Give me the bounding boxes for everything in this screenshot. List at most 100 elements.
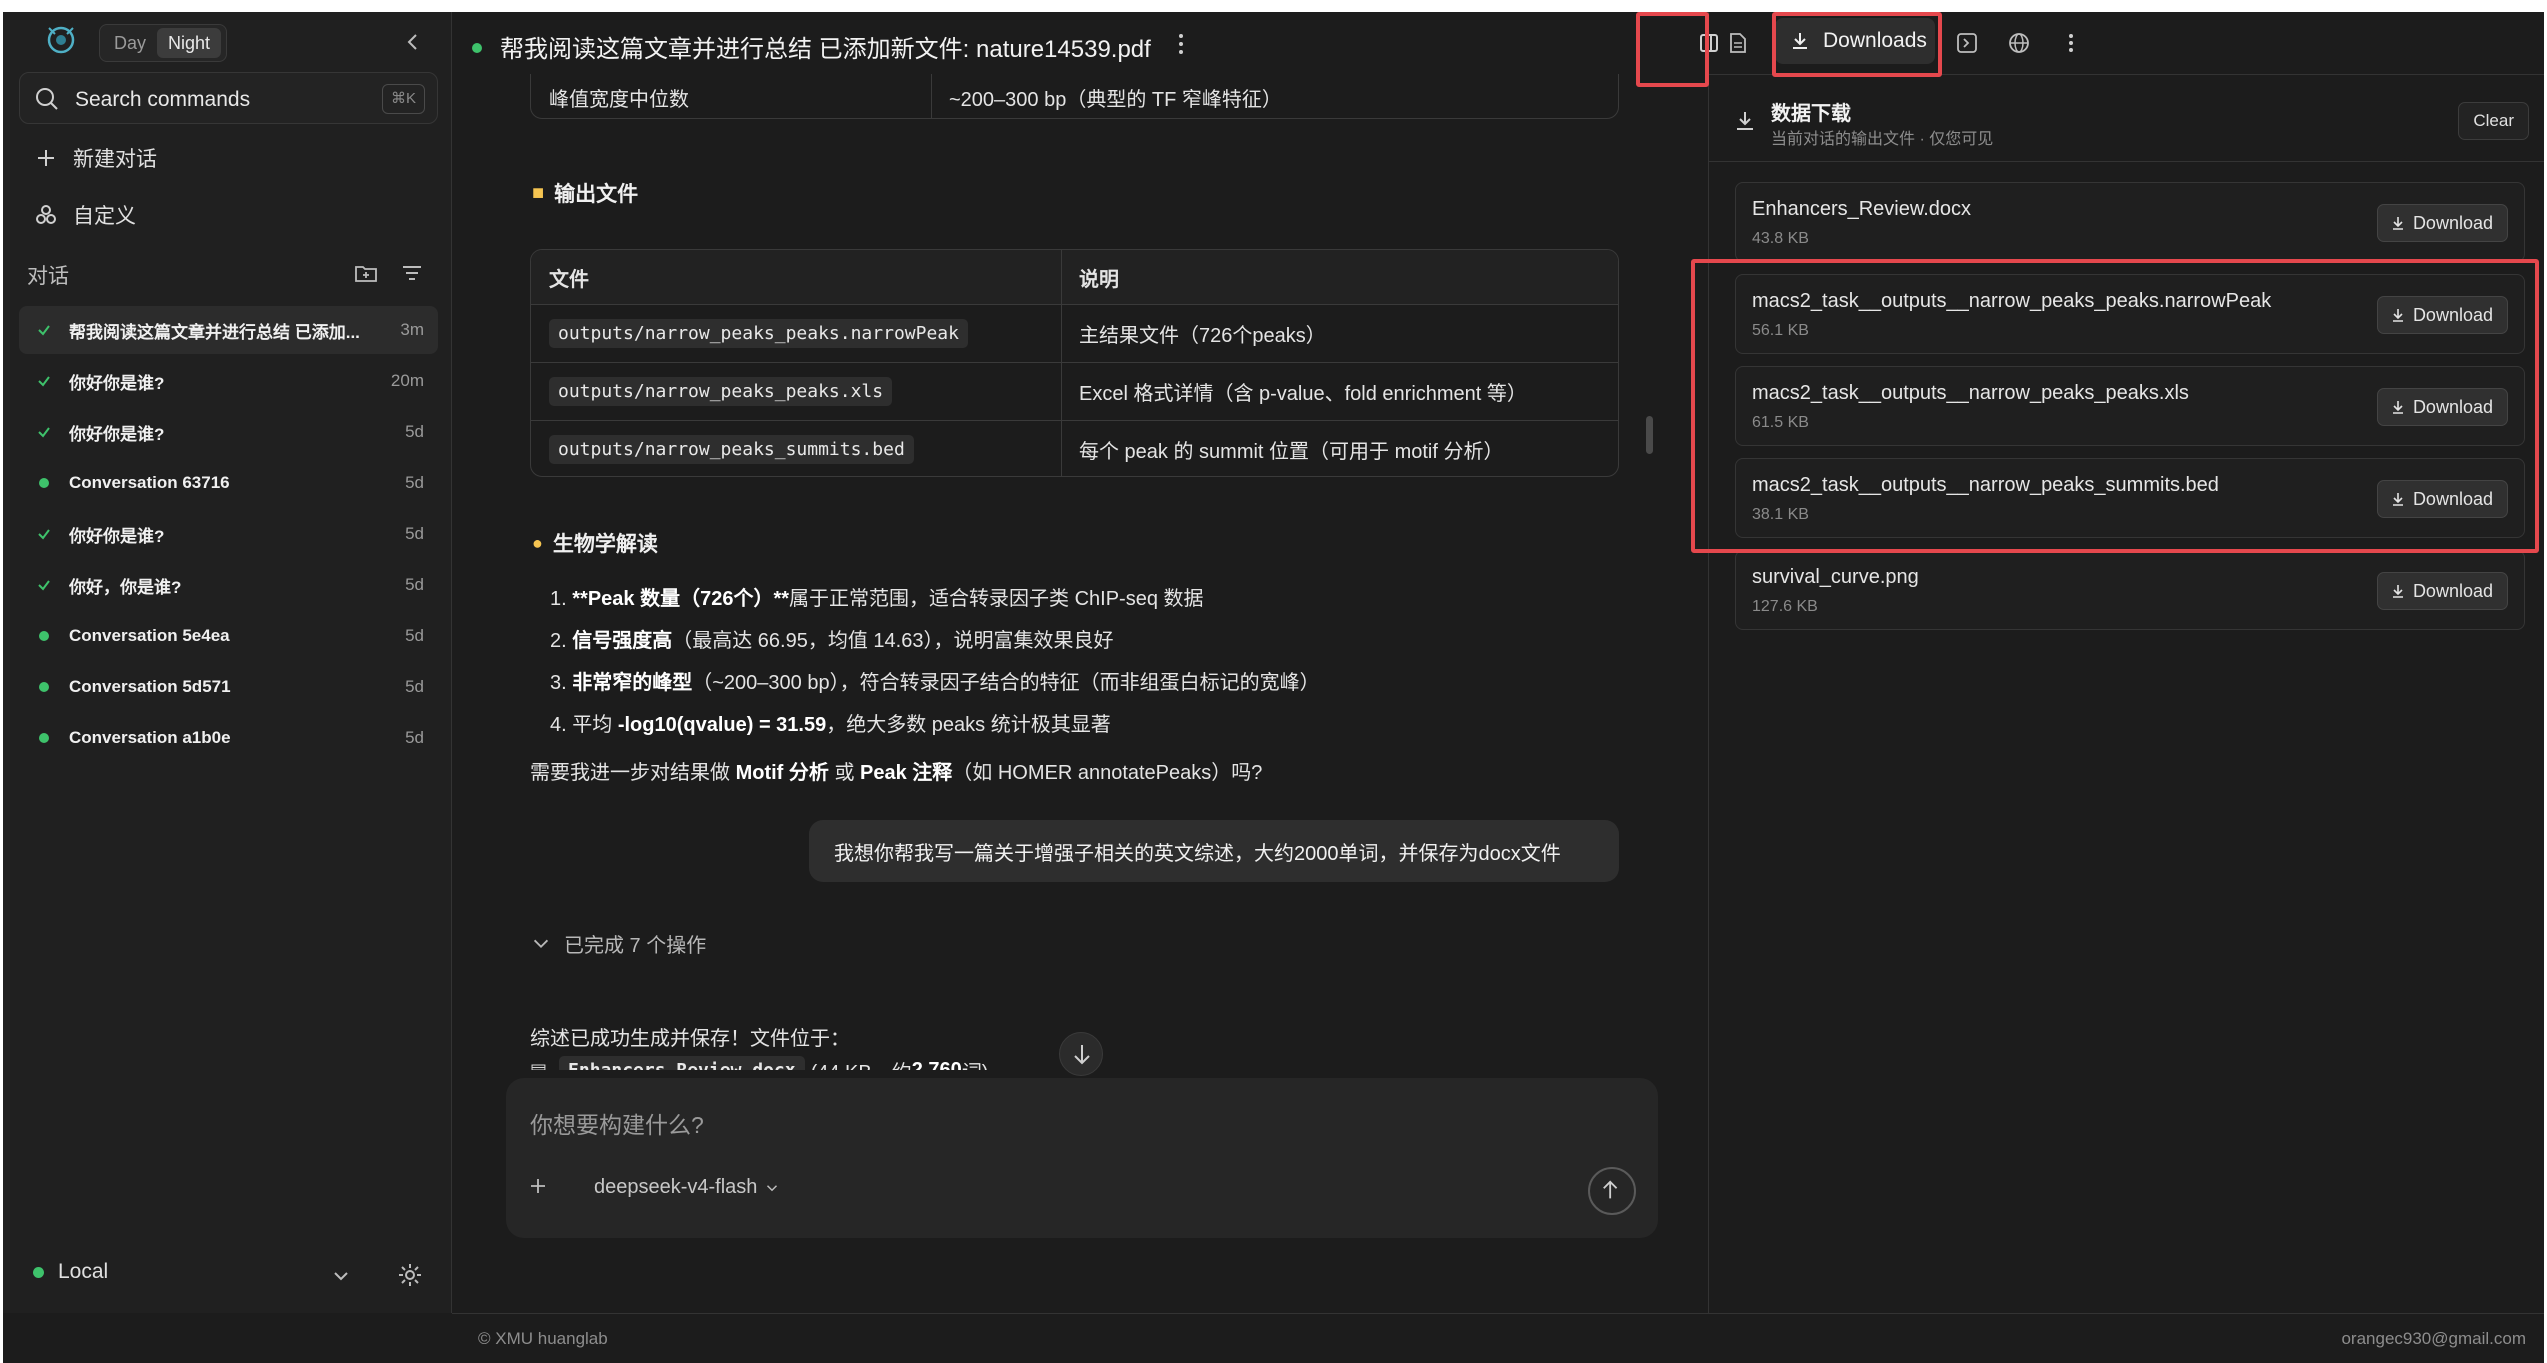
conversation-title: 你好你是谁? [69,424,165,444]
conversations-section-title: 对话 [27,265,69,288]
chevron-down-icon[interactable] [329,1264,353,1288]
footer-email[interactable]: orangec930@gmail.com [2341,1329,2526,1349]
status-dot [39,478,49,488]
text: 词) [962,1056,989,1070]
document-icon: ▤ [530,1060,548,1070]
new-folder-icon[interactable] [353,260,379,286]
conversation-time: 5d [405,575,424,594]
customize-button[interactable]: 自定义 [33,198,136,232]
filter-icon[interactable] [399,260,425,286]
status-dot [39,682,49,692]
conversation-item[interactable]: Conversation 63716 5d [19,459,438,507]
new-chat-label: 新建对话 [73,148,157,171]
theme-toggle: Day Night [99,24,227,62]
workspace-selector[interactable]: Local [33,1260,108,1284]
download-button[interactable]: Download [2376,204,2508,242]
stats-table: 峰值宽度中位数 ~200–300 bp（典型的 TF 窄峰特征） [530,74,1619,119]
command-search[interactable]: Search commands ⌘K [19,72,438,124]
conversation-item[interactable]: 你好你是谁? 5d [19,408,438,456]
footer: © XMU huanglab orangec930@gmail.com [452,1313,2544,1363]
downloads-header: 数据下载 当前对话的输出文件 · 仅您可见 Clear [1709,74,2544,162]
list-item: 3. 非常窄的峰型（~200–300 bp），符合转录因子结合的特征（而非组蛋白… [550,666,1320,695]
attach-plus-icon[interactable] [526,1174,550,1198]
status-dot [39,631,49,641]
table-row: 峰值宽度中位数 ~200–300 bp（典型的 TF 窄峰特征） [531,74,1618,118]
highlight-box [1691,259,2539,553]
scroll-to-bottom-button[interactable] [1059,1032,1103,1076]
chevron-down-icon [533,939,549,948]
conversation-item[interactable]: 你好，你是谁? 5d [19,561,438,609]
bold-text: 信号强度高 [572,630,673,652]
file-path-code: outputs/narrow_peaks_peaks.narrowPeak [549,319,968,348]
conversation-time: 3m [400,320,424,339]
file-name: survival_curve.png [1752,566,1919,588]
send-button[interactable] [1588,1167,1636,1215]
table-header: 文件 [549,268,589,291]
app-logo-icon[interactable] [41,20,81,60]
more-options-icon[interactable] [2055,27,2087,59]
composer-input[interactable]: 你想要构建什么? [530,1106,704,1140]
operations-toggle[interactable]: 已完成 7 个操作 [530,929,706,958]
theme-day-option[interactable]: Day [103,28,157,58]
user-message-bubble: 我想你帮我写一篇关于增强子相关的英文综述，大约2000单词，并保存为docx文件 [809,820,1619,882]
bold-text: 非常窄的峰型 [572,672,693,694]
terminal-icon[interactable] [1951,27,1983,59]
conversation-item[interactable]: 帮我阅读这篇文章并进行总结 已添加... 3m [19,306,438,354]
conversation-title: 你好你是谁? [69,526,165,546]
collapse-sidebar-icon[interactable] [401,30,425,54]
globe-icon[interactable] [2003,27,2035,59]
arrow-up-icon [1603,1180,1618,1199]
file-size: 127.6 KB [1752,598,1818,615]
conversation-title: Conversation 5d571 [69,677,231,696]
table-row: outputs/narrow_peaks_peaks.xls Excel 格式详情… [531,362,1618,420]
new-chat-button[interactable]: 新建对话 [33,141,157,175]
downloads-title: 数据下载 [1771,103,1851,125]
table-cell: outputs/narrow_peaks_peaks.xls [549,363,893,420]
downloads-panel: Downloads 数据下载 当前对话的输出文件 · 仅您可见 Clear En… [1700,12,2544,1313]
conversation-item[interactable]: Conversation a1b0e 5d [19,714,438,762]
table-cell: 主结果文件（726个peaks） [1079,325,1326,347]
table-cell: 峰值宽度中位数 [549,89,689,111]
download-button[interactable]: Download [2376,572,2508,610]
conversation-title: Conversation a1b0e [69,728,231,747]
file-name-code[interactable]: Enhancers_Review.docx [559,1056,805,1070]
document-icon[interactable] [1721,27,1753,59]
conversation-item[interactable]: 你好你是谁? 5d [19,510,438,558]
download-icon [2392,217,2403,230]
message-composer[interactable]: 你想要构建什么? deepseek-v4-flash [506,1078,1658,1238]
table-header-row: 文件 说明 [531,250,1618,304]
check-icon [38,529,50,540]
text: 平均 [572,714,618,736]
text: 或 [834,762,860,784]
list-item: 2. 信号强度高（最高达 66.95，均值 14.63），说明富集效果良好 [550,624,1113,653]
download-label: Download [2412,212,2493,233]
highlight-box [1772,12,1942,77]
clear-button[interactable]: Clear [2458,102,2529,140]
gear-icon[interactable] [397,1262,423,1288]
text: (44 KB，约 [811,1056,912,1070]
table-cell: 每个 peak 的 summit 位置（可用于 motif 分析） [1079,441,1504,463]
conversation-title: 你好你是谁? [69,373,165,393]
file-name: Enhancers_Review.docx [1752,198,1972,220]
heading-text: 输出文件 [554,183,639,206]
conversation-item[interactable]: Conversation 5d571 5d [19,663,438,711]
saved-file-line: ▤ Enhancers_Review.docx (44 KB，约 2,760 词… [530,1056,988,1070]
model-label: deepseek-v4-flash [594,1176,758,1198]
bold-text: -log10(qvalue) = 31.59 [617,714,827,736]
customize-label: 自定义 [73,205,136,228]
arrow-down-icon [1074,1045,1090,1065]
operations-label: 已完成 7 个操作 [564,935,707,957]
conversation-time: 5d [405,473,424,492]
check-icon [38,376,50,387]
plus-icon [38,150,54,166]
conversation-item[interactable]: 你好你是谁? 20m [19,357,438,405]
saved-message: 综述已成功生成并保存！文件位于： [530,1028,850,1050]
theme-night-option[interactable]: Night [157,28,222,58]
more-options-icon[interactable] [1169,30,1193,58]
file-path-code: outputs/narrow_peaks_peaks.xls [549,377,893,406]
file-size: 43.8 KB [1752,230,1809,247]
chat-scrollbar[interactable] [1646,416,1653,454]
model-selector[interactable]: deepseek-v4-flash [594,1176,781,1199]
table-cell: ~200–300 bp（典型的 TF 窄峰特征） [949,89,1282,111]
conversation-item[interactable]: Conversation 5e4ea 5d [19,612,438,660]
